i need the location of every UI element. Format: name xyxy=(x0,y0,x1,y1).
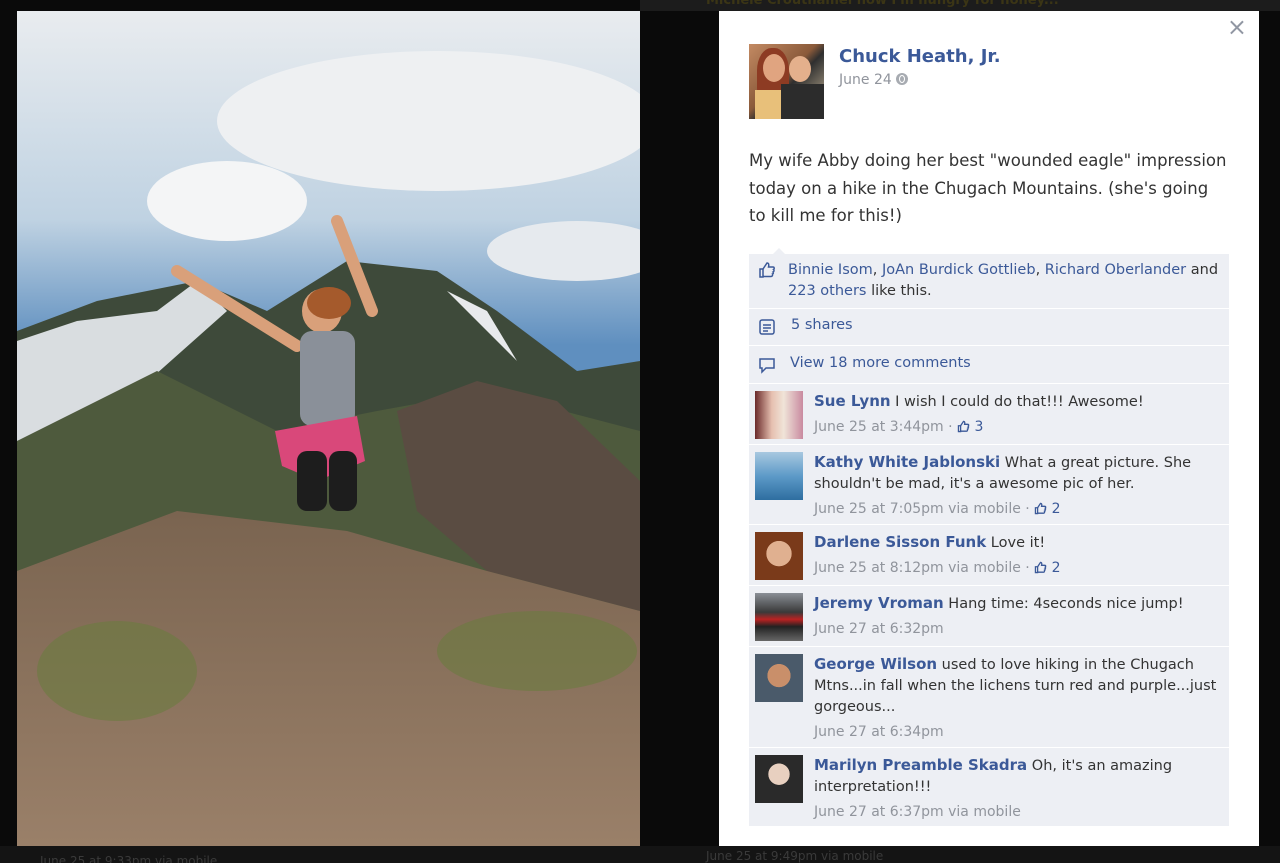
mountain-photo-image xyxy=(17,11,640,846)
comment-meta: June 25 at 7:05pm via mobile · 2 xyxy=(814,499,1219,520)
comment-meta: June 27 at 6:34pm xyxy=(814,722,1219,743)
background-feed-bottom: June 25 at 9:33pm via mobile June 25 at … xyxy=(0,846,1280,863)
background-feed-top: Michele Crouthamel now I'm hungry for ho… xyxy=(640,0,1280,11)
thumbs-up-icon xyxy=(759,262,775,278)
commenter-name-link[interactable]: Jeremy Vroman xyxy=(814,594,944,612)
comment-meta: June 25 at 3:44pm · 3 xyxy=(814,417,1219,438)
comment-text: I wish I could do that!!! Awesome! xyxy=(890,394,1144,410)
comment-text: Love it! xyxy=(986,535,1046,551)
post-timestamp: June 24 xyxy=(839,72,908,88)
commenter-avatar[interactable] xyxy=(755,593,803,641)
comment-like-count: 2 xyxy=(1051,501,1061,517)
comment-likes[interactable]: 2 xyxy=(1034,501,1061,517)
globe-icon xyxy=(895,73,908,85)
comment-timestamp[interactable]: June 27 at 6:37pm via mobile xyxy=(814,804,1021,820)
commenter-avatar[interactable] xyxy=(755,391,803,439)
commenter-name-link[interactable]: Kathy White Jablonski xyxy=(814,453,1000,471)
post-date-link[interactable]: June 24 xyxy=(839,72,892,88)
comment-likes[interactable]: 3 xyxy=(957,419,983,435)
commenter-name-link[interactable]: Sue Lynn xyxy=(814,392,891,410)
comment-like-count: 3 xyxy=(974,419,984,435)
comment-item: Jeremy Vroman Hang time: 4seconds nice j… xyxy=(749,586,1229,647)
comment-item: Sue Lynn I wish I could do that!!! Aweso… xyxy=(749,384,1229,445)
commenter-name-link[interactable]: Darlene Sisson Funk xyxy=(814,533,986,551)
comment-item: Darlene Sisson Funk Love it! June 25 at … xyxy=(749,525,1229,586)
commenter-avatar[interactable] xyxy=(755,532,803,580)
thumbs-up-icon xyxy=(1034,561,1047,574)
post-photo[interactable] xyxy=(17,11,640,846)
background-feed-text: Michele Crouthamel now I'm hungry for ho… xyxy=(706,0,1059,8)
comment-timestamp[interactable]: June 27 at 6:32pm xyxy=(814,621,944,637)
other-likers-link[interactable]: 223 others xyxy=(788,283,866,299)
comment-text: Hang time: 4seconds nice jump! xyxy=(943,596,1184,612)
comment-timestamp[interactable]: June 25 at 8:12pm via mobile · xyxy=(814,560,1034,576)
author-name-link[interactable]: Chuck Heath, Jr. xyxy=(839,46,1001,67)
post-message: My wife Abby doing her best "wounded eag… xyxy=(749,151,1227,225)
commenter-avatar[interactable] xyxy=(755,452,803,500)
liker-link[interactable]: JoAn Burdick Gottlieb xyxy=(882,262,1036,278)
commenter-name-link[interactable]: Marilyn Preamble Skadra xyxy=(814,756,1027,774)
comment-meta: June 27 at 6:32pm xyxy=(814,619,1219,640)
thumbs-up-icon xyxy=(957,420,970,433)
shares-link[interactable]: 5 shares xyxy=(791,317,853,333)
separator-text: , xyxy=(872,262,882,278)
commenter-name-link[interactable]: George Wilson xyxy=(814,655,937,673)
author-avatar[interactable] xyxy=(749,44,824,119)
close-icon[interactable]: × xyxy=(1227,15,1247,39)
feedback-section: Binnie Isom, JoAn Burdick Gottlieb, Rich… xyxy=(749,248,1229,826)
comment-item: George Wilson used to love hiking in the… xyxy=(749,647,1229,748)
comment-bubble-icon xyxy=(759,358,775,374)
comment-likes[interactable]: 2 xyxy=(1034,560,1061,576)
likes-summary: Binnie Isom, JoAn Burdick Gottlieb, Rich… xyxy=(749,254,1229,309)
comment-meta: June 25 at 8:12pm via mobile · 2 xyxy=(814,558,1219,579)
commenter-avatar[interactable] xyxy=(755,755,803,803)
comment-meta: June 27 at 6:37pm via mobile xyxy=(814,802,1219,823)
comment-timestamp[interactable]: June 25 at 3:44pm · xyxy=(814,419,957,435)
liker-link[interactable]: Binnie Isom xyxy=(788,262,873,278)
background-feed-meta: June 25 at 9:49pm via mobile xyxy=(706,849,884,863)
view-more-comments-link[interactable]: View 18 more comments xyxy=(790,355,971,371)
thumbs-up-icon xyxy=(1034,502,1047,515)
comment-like-count: 2 xyxy=(1051,560,1061,576)
separator-text: , xyxy=(1035,262,1045,278)
likes-suffix-text: like this. xyxy=(866,283,932,299)
comment-item: Marilyn Preamble Skadra Oh, it's an amaz… xyxy=(749,748,1229,826)
commenter-avatar[interactable] xyxy=(755,654,803,702)
view-more-comments[interactable]: View 18 more comments xyxy=(749,346,1229,384)
background-feed-meta: June 25 at 9:33pm via mobile xyxy=(40,854,218,863)
share-icon xyxy=(759,319,775,335)
post-detail-panel: × Chuck Heath, Jr. June 24 My wife Abby … xyxy=(719,11,1259,846)
liker-link[interactable]: Richard Oberlander xyxy=(1045,262,1186,278)
separator-text: and xyxy=(1186,262,1219,278)
comment-timestamp[interactable]: June 27 at 6:34pm xyxy=(814,724,944,740)
comment-item: Kathy White Jablonski What a great pictu… xyxy=(749,445,1229,525)
comment-timestamp[interactable]: June 25 at 7:05pm via mobile · xyxy=(814,501,1034,517)
shares-summary: 5 shares xyxy=(749,309,1229,346)
